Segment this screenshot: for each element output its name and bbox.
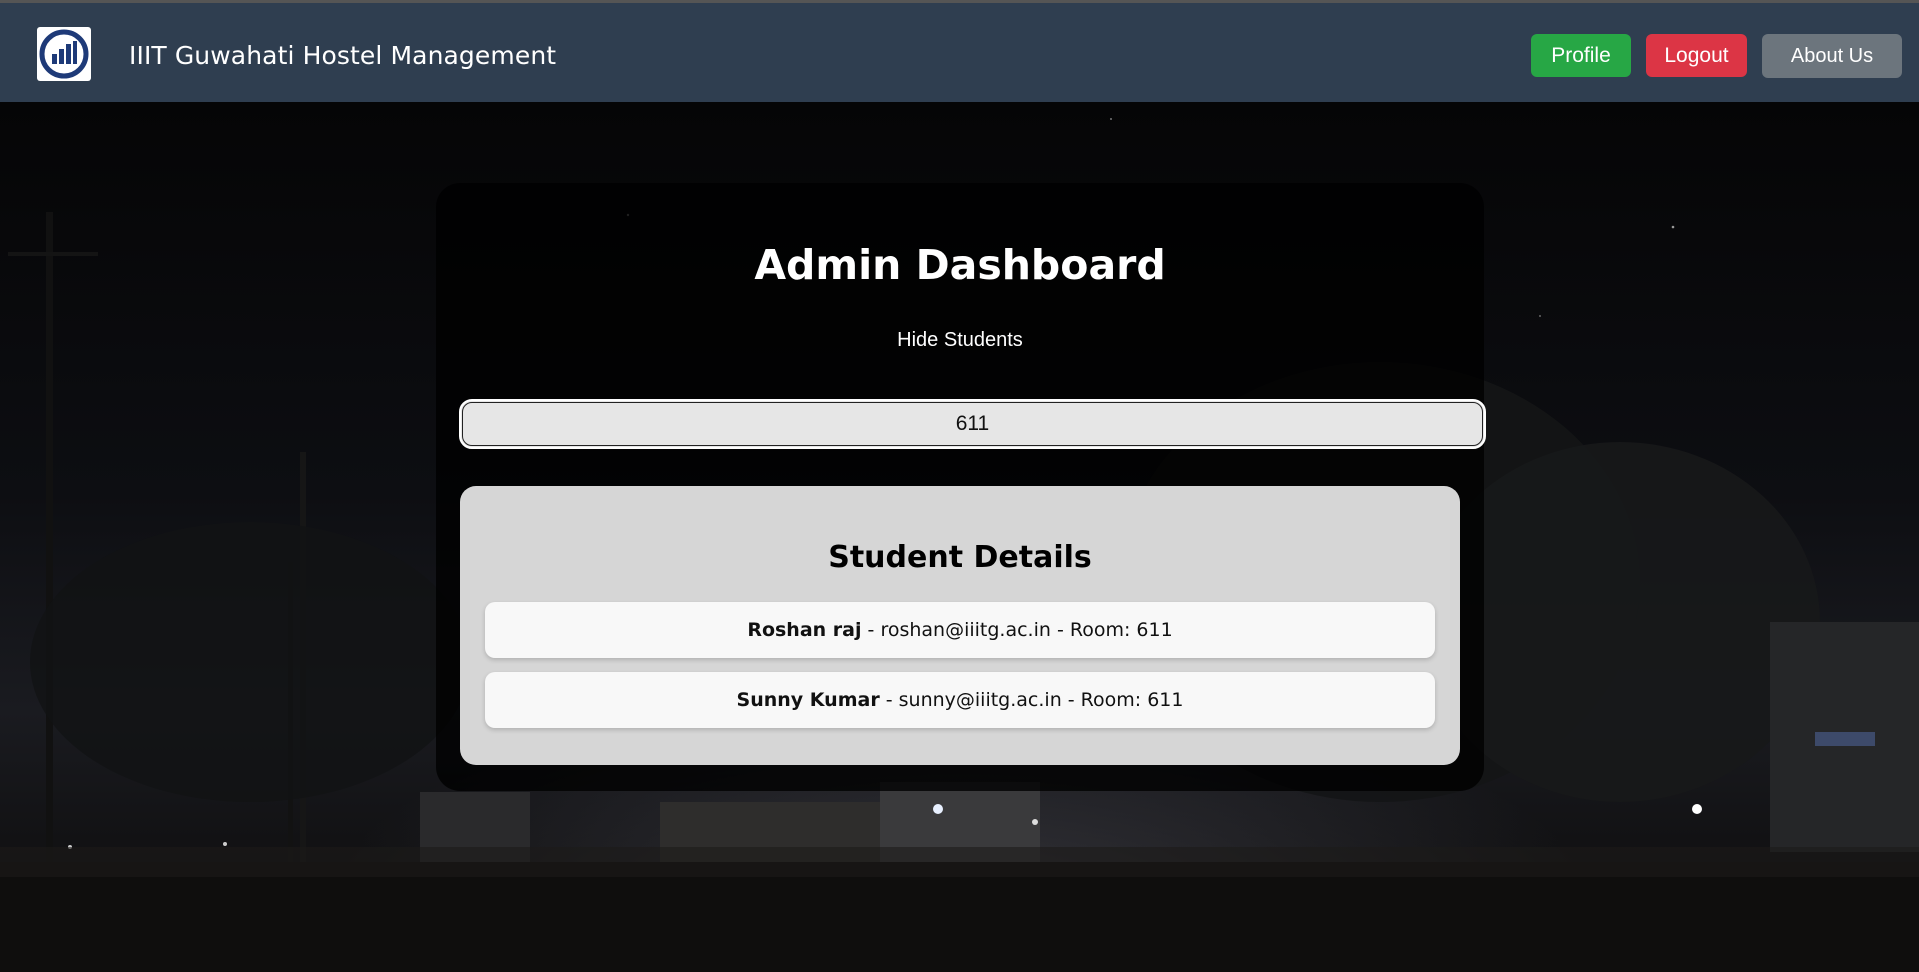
separator: - [1061,689,1081,711]
profile-button[interactable]: Profile [1531,34,1631,77]
logo-emblem-icon [39,29,89,79]
brand-title[interactable]: IIIT Guwahati Hostel Management [129,41,556,70]
navbar: IIIT Guwahati Hostel Management Profile … [0,0,1919,102]
student-row: Sunny Kumar - sunny@iiitg.ac.in - Room: … [485,672,1435,728]
student-room: Room: 611 [1080,689,1184,711]
room-search-input[interactable] [459,399,1486,449]
student-name: Sunny Kumar [736,689,880,711]
student-row: Roshan raj - roshan@iiitg.ac.in - Room: … [485,602,1435,658]
separator: - [861,619,881,641]
student-details-panel: Student Details Roshan raj - roshan@iiit… [460,486,1460,765]
about-us-button[interactable]: About Us [1762,34,1902,78]
student-details-title: Student Details [828,540,1092,575]
iiitg-logo[interactable] [37,27,91,81]
logout-button[interactable]: Logout [1646,34,1747,77]
student-email: roshan@iiitg.ac.in [880,619,1051,641]
separator: - [879,689,899,711]
student-email: sunny@iiitg.ac.in [898,689,1062,711]
admin-dashboard-card: Admin Dashboard Hide Students Student De… [436,183,1486,791]
hide-students-toggle[interactable]: Hide Students [436,329,1484,352]
student-name: Roshan raj [747,619,862,641]
separator: - [1050,619,1070,641]
page-title: Admin Dashboard [754,241,1166,289]
student-room: Room: 611 [1069,619,1173,641]
